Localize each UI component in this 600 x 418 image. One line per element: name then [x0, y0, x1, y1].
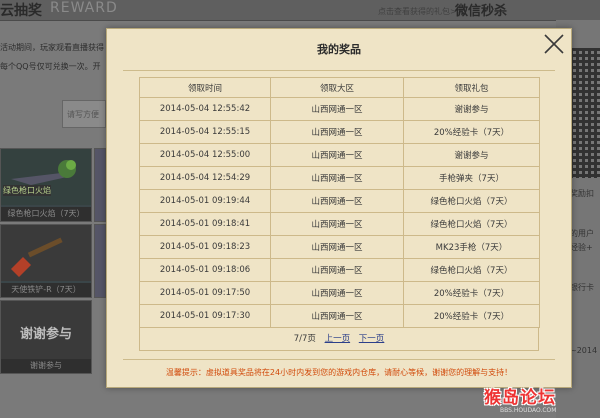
- table-row: 2014-05-04 12:54:29 山西网通一区 手枪弹夹（7天）: [139, 166, 540, 190]
- right-text: 奖励扣: [570, 189, 594, 198]
- gun-flame-icon: [1, 149, 91, 205]
- divider: [123, 70, 555, 71]
- close-button[interactable]: [543, 33, 565, 55]
- watermark-url: BBS.HOUDAO.COM: [500, 407, 557, 414]
- cell-time: 2014-05-01 09:18:41: [139, 212, 271, 236]
- table-row: 2014-05-01 09:19:44 山西网通一区 绿色枪口火焰（7天）: [139, 189, 540, 213]
- my-prizes-dialog: 我的奖品 领取时间 领取大区 领取礼包 2014-05-04 12:55:42 山…: [106, 28, 572, 388]
- page-info: 7/7页: [293, 334, 316, 344]
- prize-tile-edge: [94, 224, 106, 298]
- prev-page-link[interactable]: 上一页: [325, 334, 351, 344]
- cell-gift: MK23手枪（7天）: [403, 235, 540, 259]
- tile-caption: 天使铁铲-R（7天）: [1, 283, 91, 297]
- table-row: 2014-05-01 09:17:30 山西网通一区 20%经验卡（7天）: [139, 304, 540, 328]
- reward-title: REWARD: [50, 0, 118, 16]
- cell-gift: 20%经验卡（7天）: [403, 120, 540, 144]
- info-line: 活动期间，玩家观看直播获得: [0, 43, 104, 52]
- cell-time: 2014-05-04 12:55:42: [139, 97, 271, 121]
- cell-region: 山西网通一区: [270, 235, 404, 259]
- table-header-row: 领取时间 领取大区 领取礼包: [139, 77, 540, 98]
- prize-tile: 天使铁铲-R（7天）: [0, 224, 92, 298]
- cell-region: 山西网通一区: [270, 258, 404, 282]
- cell-time: 2014-05-01 09:18:23: [139, 235, 271, 259]
- cell-time: 2014-05-04 12:55:00: [139, 143, 271, 167]
- cell-gift: 绿色枪口火焰（7天）: [403, 189, 540, 213]
- divider: [123, 359, 555, 360]
- table-row: 2014-05-01 09:17:50 山西网通一区 20%经验卡（7天）: [139, 281, 540, 305]
- right-text: 银行卡: [570, 283, 594, 292]
- notice-tip: 温馨提示：虚拟道具奖品将在24小时内发到您的游戏内仓库，请耐心等候，谢谢您的理解…: [165, 368, 513, 377]
- prize-tile: 绿色枪口火焰 绿色枪口火焰（7天）: [0, 148, 92, 222]
- top-banner: 云抽奖 REWARD 点击查看获得的礼包>> 微信秒杀: [0, 0, 600, 21]
- watermark: 猴岛论坛 BBS.HOUDAO.COM: [484, 383, 556, 414]
- table-row: 2014-05-01 09:18:23 山西网通一区 MK23手枪（7天）: [139, 235, 540, 259]
- prize-table: 领取时间 领取大区 领取礼包 2014-05-04 12:55:42 山西网通一区…: [139, 77, 540, 351]
- right-text: 经验+: [570, 243, 593, 252]
- shovel-icon: [1, 225, 91, 281]
- qr-code-icon: [570, 48, 600, 178]
- column-header-time: 领取时间: [139, 77, 271, 98]
- cell-gift: 绿色枪口火焰（7天）: [403, 212, 540, 236]
- cell-region: 山西网通一区: [270, 97, 404, 121]
- cell-region: 山西网通一区: [270, 143, 404, 167]
- cell-region: 山西网通一区: [270, 281, 404, 305]
- info-line: 每个QQ号仅可兑换一次。开: [0, 62, 101, 71]
- activity-info: 活动期间，玩家观看直播获得 每个QQ号仅可兑换一次。开: [0, 38, 106, 76]
- cell-gift: 绿色枪口火焰（7天）: [403, 258, 540, 282]
- tile-big-text: 谢谢参与: [19, 327, 72, 342]
- cell-time: 2014-05-01 09:17:50: [139, 281, 271, 305]
- tile-caption: 谢谢参与: [1, 359, 91, 373]
- column-header-gift: 领取礼包: [403, 77, 540, 98]
- tile-caption: 绿色枪口火焰（7天）: [1, 207, 91, 221]
- cell-gift: 手枪弹夹（7天）: [403, 166, 540, 190]
- table-row: 2014-05-01 09:18:41 山西网通一区 绿色枪口火焰（7天）: [139, 212, 540, 236]
- cell-time: 2014-05-01 09:19:44: [139, 189, 271, 213]
- cell-gift: 20%经验卡（7天）: [403, 281, 540, 305]
- close-icon: [544, 34, 564, 54]
- wechat-title: 微信秒杀: [455, 4, 508, 19]
- table-row: 2014-05-04 12:55:00 山西网通一区 谢谢参与: [139, 143, 540, 167]
- right-text: 的用户: [570, 229, 594, 238]
- code-input[interactable]: 请写方便: [62, 100, 106, 128]
- tile-badge: 绿色枪口火焰: [3, 185, 51, 196]
- table-row: 2014-05-04 12:55:15 山西网通一区 20%经验卡（7天）: [139, 120, 540, 144]
- watermark-logo: 猴岛论坛: [484, 388, 556, 408]
- cell-time: 2014-05-01 09:17:30: [139, 304, 271, 328]
- view-gift-link[interactable]: 点击查看获得的礼包>>: [378, 6, 463, 17]
- cell-region: 山西网通一区: [270, 304, 404, 328]
- cell-gift: 谢谢参与: [403, 143, 540, 167]
- dialog-title: 我的奖品: [317, 43, 361, 56]
- cell-region: 山西网通一区: [270, 120, 404, 144]
- cell-time: 2014-05-04 12:54:29: [139, 166, 271, 190]
- cell-gift: 谢谢参与: [403, 97, 540, 121]
- table-row: 2014-05-04 12:55:42 山西网通一区 谢谢参与: [139, 97, 540, 121]
- cell-time: 2014-05-04 12:55:15: [139, 120, 271, 144]
- cell-region: 山西网通一区: [270, 212, 404, 236]
- column-header-region: 领取大区: [270, 77, 404, 98]
- right-text: ~2014: [570, 346, 598, 355]
- cell-gift: 20%经验卡（7天）: [403, 304, 540, 328]
- prize-tile: 谢谢参与 谢谢参与: [0, 300, 92, 374]
- cell-time: 2014-05-01 09:18:06: [139, 258, 271, 282]
- prize-tile-edge: [94, 148, 106, 222]
- table-row: 2014-05-01 09:18:06 山西网通一区 绿色枪口火焰（7天）: [139, 258, 540, 282]
- cell-region: 山西网通一区: [270, 189, 404, 213]
- pagination: 7/7页 上一页 下一页: [139, 328, 539, 351]
- next-page-link[interactable]: 下一页: [359, 334, 385, 344]
- lottery-title: 云抽奖: [0, 3, 42, 19]
- cell-region: 山西网通一区: [270, 166, 404, 190]
